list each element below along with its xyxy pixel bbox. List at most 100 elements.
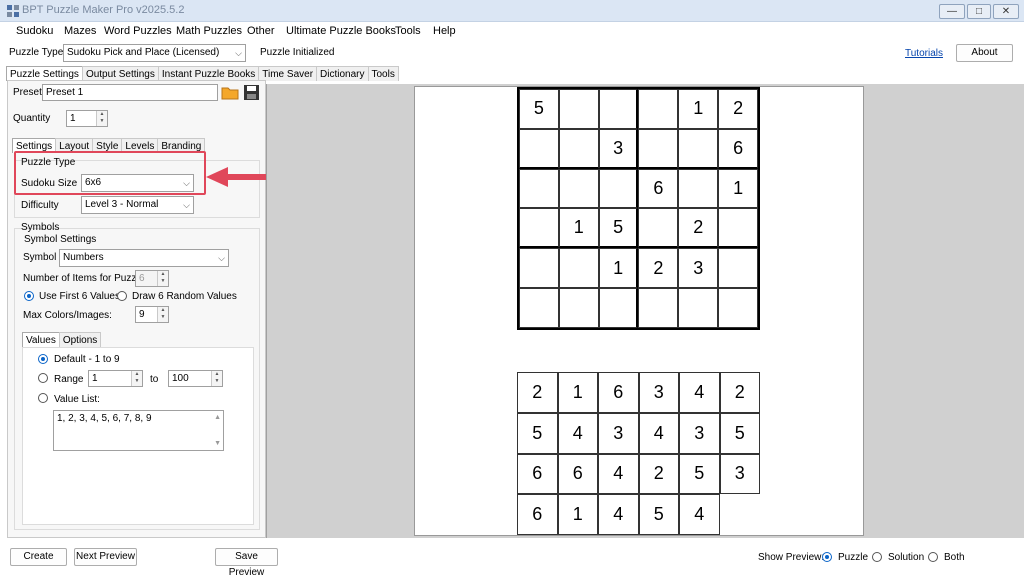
preview-page: 5123661152123 21634254343566425361454 [414,86,864,536]
max-colors-label: Max Colors/Images: [23,310,112,321]
grid-cell [519,128,559,169]
close-button[interactable]: ✕ [993,4,1019,19]
menu-bar: Sudoku Mazes Word Puzzles Math Puzzles O… [0,22,1024,42]
difficulty-select[interactable]: Level 3 - Normal ⌵ [81,196,194,214]
symbol-label: Symbol [23,252,57,263]
value-list-label: Value List: [54,394,100,405]
piece-cell: 5 [719,412,760,454]
value-list-radio[interactable] [38,393,48,403]
spin-arrows-icon[interactable]: ▲ ▼ [131,371,142,386]
default-radio[interactable] [38,354,48,364]
piece-cell: 5 [517,412,558,454]
tab-puzzle-settings[interactable]: Puzzle Settings [6,66,83,81]
use-first-radio[interactable] [24,291,34,301]
range-radio[interactable] [38,373,48,383]
save-preview-button[interactable]: Save Preview [215,548,278,578]
maximize-button[interactable]: □ [967,4,991,19]
menu-word-puzzles[interactable]: Word Puzzles [104,25,172,37]
spin-arrows-icon[interactable]: ▲ ▼ [157,271,168,286]
open-folder-icon[interactable] [221,84,239,101]
range-label: Range [54,374,84,385]
tab-tools[interactable]: Tools [367,66,399,81]
show-solution-label: Solution [888,552,925,563]
bottom-bar: Create Next Preview Save Preview Show Pr… [0,540,1024,578]
create-button[interactable]: Create [10,548,67,566]
menu-math-puzzles[interactable]: Math Puzzles [176,25,242,37]
grid-cell [519,288,559,328]
piece-cell: 4 [557,412,598,454]
minimize-button[interactable]: — [939,4,965,19]
preset-input[interactable]: Preset 1 [42,84,218,101]
menu-ultimate-puzzle-books[interactable]: Ultimate Puzzle Books [286,25,396,37]
piece-cell: 1 [557,372,598,413]
grid-cell: 2 [718,89,758,129]
save-icon[interactable] [243,84,260,101]
highlight-box [14,151,206,195]
menu-sudoku[interactable]: Sudoku [16,25,53,37]
show-both-radio[interactable] [928,552,938,562]
piece-cell: 4 [679,494,720,535]
piece-cell: 4 [598,494,639,535]
menu-other[interactable]: Other [247,25,275,37]
pick-pieces-grid: 21634254343566425361454 [517,372,760,535]
items-count-stepper[interactable]: 6 ▲ ▼ [135,270,169,287]
spin-arrows-icon[interactable]: ▲ ▼ [157,307,168,322]
piece-cell: 2 [719,372,760,413]
grid-cell: 1 [558,208,599,249]
main-tabs: Puzzle Settings Output Settings Instant … [6,66,399,81]
puzzle-type-label: Puzzle Type [9,47,64,58]
tab-output-settings[interactable]: Output Settings [81,66,159,81]
preset-label: Preset [13,87,42,98]
tutorials-link[interactable]: Tutorials [905,48,943,59]
show-puzzle-label: Puzzle [838,552,869,563]
show-both-label: Both [944,552,965,563]
piece-cell: 5 [679,453,720,495]
items-count-value: 6 [139,273,145,284]
spin-arrows-icon[interactable]: ▲ ▼ [96,111,107,126]
grid-cell: 3 [598,128,639,169]
values-tabs: Values Options [22,332,102,347]
draw-random-radio[interactable] [117,291,127,301]
tab-dictionary[interactable]: Dictionary [316,66,369,81]
scroll-down-icon[interactable]: ▼ [214,440,221,447]
puzzle-type-select[interactable]: Sudoku Pick and Place (Licensed) ⌵ [63,44,246,62]
symbols-group-title: Symbols [21,222,60,233]
grid-cell [558,89,599,129]
default-label: Default - 1 to 9 [54,354,120,365]
menu-mazes[interactable]: Mazes [64,25,96,37]
menu-help[interactable]: Help [433,25,456,37]
tab-options[interactable]: Options [58,332,102,347]
range-from-stepper[interactable]: 1 ▲ ▼ [88,370,143,387]
grid-cell [519,168,559,209]
chevron-down-icon: ⌵ [183,200,190,210]
value-list-text: 1, 2, 3, 4, 5, 6, 7, 8, 9 [57,413,152,424]
show-solution-radio[interactable] [872,552,882,562]
title-bar: BPT Puzzle Maker Pro v2025.5.2 — □ ✕ [0,0,1024,22]
tab-instant-puzzle-books[interactable]: Instant Puzzle Books [157,66,260,81]
spin-arrows-icon[interactable]: ▲ ▼ [211,371,222,386]
puzzle-type-value: Sudoku Pick and Place (Licensed) [67,47,220,58]
difficulty-value: Level 3 - Normal [85,199,159,210]
symbol-value: Numbers [63,252,104,263]
toolbar: Puzzle Type Sudoku Pick and Place (Licen… [0,42,1024,64]
value-list-textarea[interactable]: 1, 2, 3, 4, 5, 6, 7, 8, 9 ▲ ▼ [53,410,224,451]
quantity-stepper[interactable]: 1 ▲ ▼ [66,110,108,127]
show-puzzle-radio[interactable] [822,552,832,562]
tab-values[interactable]: Values [22,332,60,347]
next-preview-button[interactable]: Next Preview [74,548,137,566]
range-to-stepper[interactable]: 100 ▲ ▼ [168,370,223,387]
grid-cell [558,288,599,328]
piece-cell: 6 [517,494,558,535]
menu-tools[interactable]: Tools [395,25,421,37]
sudoku-grid: 5123661152123 [517,87,760,330]
tab-time-saver[interactable]: Time Saver [258,66,318,81]
grid-cell: 6 [638,168,679,209]
difficulty-label: Difficulty [21,200,59,211]
scroll-up-icon[interactable]: ▲ [214,414,221,421]
piece-cell: 2 [517,372,558,413]
grid-cell: 1 [718,168,758,209]
max-colors-stepper[interactable]: 9 ▲ ▼ [135,306,169,323]
about-button[interactable]: About [956,44,1013,62]
items-count-label: Number of Items for Puzzle: [23,273,147,284]
symbol-select[interactable]: Numbers ⌵ [59,249,229,267]
